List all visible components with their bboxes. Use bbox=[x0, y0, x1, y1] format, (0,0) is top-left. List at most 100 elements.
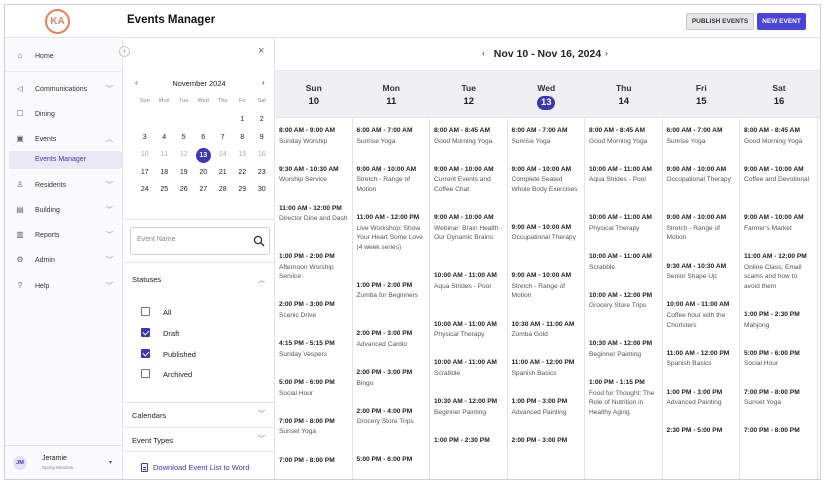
event-item[interactable]: 5:00 PM - 6:00 PM bbox=[357, 456, 427, 465]
event-item[interactable]: 9:00 AM - 10:00 AM Webinar: Brain Health … bbox=[434, 214, 504, 243]
event-item[interactable]: 11:00 AM - 12:00 PM Spanish Basics bbox=[512, 359, 582, 378]
event-item[interactable]: 1:00 PM - 2:30 PM bbox=[434, 437, 504, 446]
mini-cal-day[interactable]: 23 bbox=[252, 166, 272, 180]
event-item[interactable]: 11:00 AM - 12:00 PM Online Class: Email s… bbox=[744, 253, 814, 291]
event-item[interactable]: 8:00 AM - 8:45 AM Good Morning Yoga bbox=[434, 127, 504, 146]
mini-cal-day[interactable]: 12 bbox=[174, 148, 194, 162]
mini-cal-day[interactable]: 21 bbox=[213, 166, 233, 180]
event-item[interactable]: 4:15 PM - 5:15 PM Sunday Vespers bbox=[279, 340, 349, 359]
mini-cal-day[interactable]: 22 bbox=[233, 166, 253, 180]
sidebar-item-residents[interactable]: ♙ Residents ﹀ bbox=[5, 176, 123, 194]
chevron-down-icon[interactable]: ﹀ bbox=[106, 180, 113, 190]
event-item[interactable]: 7:00 PM - 8:00 PM bbox=[744, 427, 814, 436]
mini-cal-day[interactable]: 10 bbox=[135, 148, 155, 162]
caret-down-icon[interactable]: ▾ bbox=[109, 459, 112, 466]
mini-cal-day[interactable]: 24 bbox=[135, 183, 155, 197]
user-profile[interactable]: JM Jeramie Spring Meadow ▾ bbox=[5, 445, 123, 479]
mini-cal-day[interactable]: 17 bbox=[135, 166, 155, 180]
sidebar-item-building[interactable]: ▤ Building ﹀ bbox=[5, 201, 123, 219]
event-item[interactable]: 7:00 PM - 8:00 PM Sunset Yoga bbox=[279, 418, 349, 437]
chevron-down-icon[interactable]: ﹀ bbox=[106, 255, 113, 265]
mini-cal-day[interactable]: 5 bbox=[174, 131, 194, 145]
mini-cal-day[interactable]: 6 bbox=[194, 131, 214, 145]
download-event-list-link[interactable]: Download Event List to Word bbox=[141, 463, 250, 472]
event-item[interactable]: 2:00 PM - 3:00 PM bbox=[512, 437, 582, 446]
event-item[interactable]: 9:00 AM - 10:00 AM Farmer's Market bbox=[744, 214, 814, 233]
mini-cal-day[interactable]: 7 bbox=[213, 131, 233, 145]
mini-cal-day[interactable]: 3 bbox=[135, 131, 155, 145]
event-item[interactable]: 2:00 PM - 3:00 PM Advanced Cardio bbox=[357, 330, 427, 349]
day-header-thu[interactable]: Thu 14 bbox=[585, 71, 663, 119]
event-item[interactable]: 8:00 AM - 8:45 AM Good Morning Yoga bbox=[589, 127, 659, 146]
chevron-down-icon[interactable]: ﹀ bbox=[106, 205, 113, 215]
event-item[interactable]: 6:00 AM - 7:00 AM Sunrise Yoga bbox=[357, 127, 427, 146]
event-item[interactable]: 2:30 PM - 5:00 PM bbox=[667, 427, 737, 436]
event-item[interactable]: 11:00 AM - 12:00 PM Director Dine and Das… bbox=[279, 205, 349, 224]
event-item[interactable]: 9:00 AM - 10:00 AM Stretch - Range of Mot… bbox=[512, 272, 582, 301]
event-item[interactable]: 10:00 AM - 11:00 AM Scrabble bbox=[434, 359, 504, 378]
event-item[interactable]: 6:00 AM - 7:00 AM Sunrise Yoga bbox=[667, 127, 737, 146]
mini-cal-day[interactable]: 20 bbox=[194, 166, 214, 180]
mini-cal-day[interactable]: 30 bbox=[252, 183, 272, 197]
event-item[interactable]: 10:30 AM - 12:00 PM Beginner Painting bbox=[434, 398, 504, 417]
search-icon[interactable] bbox=[253, 235, 265, 247]
mini-cal-day[interactable]: 15 bbox=[233, 148, 253, 162]
event-item[interactable]: 11:00 AM - 12:00 PM Spanish Basics bbox=[667, 350, 737, 369]
event-item[interactable]: 5:00 PM - 6:00 PM Social Hour bbox=[744, 350, 814, 369]
mini-cal-day[interactable]: 9 bbox=[252, 131, 272, 145]
collapse-sidebar-button[interactable]: ‹ bbox=[119, 46, 130, 57]
event-item[interactable]: 9:00 AM - 10:00 AM Complete Seated Whole … bbox=[512, 166, 582, 195]
logo[interactable]: KA bbox=[45, 9, 70, 34]
event-item[interactable]: 9:00 AM - 10:00 AM Occupational Therapy bbox=[667, 166, 737, 185]
event-types-header[interactable]: Event Types bbox=[132, 436, 173, 445]
event-item[interactable]: 10:00 AM - 11:00 AM Aqua Strides - Pool bbox=[434, 272, 504, 291]
mini-cal-day[interactable]: 14 bbox=[213, 148, 233, 162]
status-checkbox-draft[interactable] bbox=[141, 328, 150, 337]
sidebar-item-help[interactable]: ? Help ﹀ bbox=[5, 277, 123, 295]
event-item[interactable]: 10:00 AM - 11:00 AM Coffee hour with the … bbox=[667, 301, 737, 330]
day-header-tue[interactable]: Tue 12 bbox=[430, 71, 508, 119]
chevron-up-icon[interactable]: ︿ bbox=[258, 275, 265, 285]
sidebar-item-communications[interactable]: ◁ Communications ﹀ bbox=[5, 80, 123, 98]
mini-cal-day[interactable]: 28 bbox=[213, 183, 233, 197]
mini-cal-day[interactable]: 26 bbox=[174, 183, 194, 197]
event-item[interactable]: 9:30 AM - 10:30 AM Senior Shape Up bbox=[667, 263, 737, 282]
event-item[interactable]: 5:00 PM - 6:00 PM Social Hour bbox=[279, 379, 349, 398]
sidebar-item-events[interactable]: ▣ Events ︿ bbox=[5, 130, 123, 148]
event-item[interactable]: 8:00 AM - 8:45 AM Good Morning Yoga bbox=[744, 127, 814, 146]
publish-events-button[interactable]: PUBLISH EVENTS bbox=[686, 13, 754, 30]
sidebar-item-dining[interactable]: ☐ Dining bbox=[5, 105, 123, 123]
event-item[interactable]: 7:00 PM - 8:00 PM Sunset Yoga bbox=[744, 389, 814, 408]
event-item[interactable]: 2:00 PM - 3:00 PM Bingo bbox=[357, 369, 427, 388]
calendars-header[interactable]: Calendars bbox=[132, 411, 166, 420]
mini-cal-day[interactable]: 18 bbox=[155, 166, 175, 180]
mini-cal-day[interactable]: 16 bbox=[252, 148, 272, 162]
status-checkbox-all[interactable] bbox=[141, 307, 150, 316]
day-header-sat[interactable]: Sat 16 bbox=[740, 71, 818, 119]
event-item[interactable]: 9:00 AM - 10:00 AM Stretch - Range of Mot… bbox=[357, 166, 427, 195]
chevron-down-icon[interactable]: ﹀ bbox=[258, 409, 265, 419]
event-item[interactable]: 8:00 AM - 9:00 AM Sunday Worship bbox=[279, 127, 349, 146]
status-checkbox-archived[interactable] bbox=[141, 369, 150, 378]
next-week-icon[interactable]: › bbox=[605, 48, 608, 58]
mini-cal-day[interactable]: 8 bbox=[233, 131, 253, 145]
status-checkbox-published[interactable] bbox=[141, 349, 150, 358]
close-icon[interactable]: × bbox=[258, 45, 264, 57]
day-header-wed[interactable]: Wed 13 bbox=[508, 71, 586, 119]
sidebar-item-reports[interactable]: ▥ Reports ﹀ bbox=[5, 226, 123, 244]
event-item[interactable]: 10:30 AM - 11:00 AM Zumba Gold bbox=[512, 321, 582, 340]
event-name-search-input[interactable] bbox=[137, 236, 237, 243]
mini-cal-next-icon[interactable]: › bbox=[262, 78, 265, 87]
mini-cal-day[interactable]: 1 bbox=[233, 113, 253, 127]
event-item[interactable]: 9:00 AM - 10:00 AM Current Events and Cof… bbox=[434, 166, 504, 195]
event-item[interactable]: 6:00 AM - 7:00 AM Sunrise Yoga bbox=[512, 127, 582, 146]
day-header-sun[interactable]: Sun 10 bbox=[275, 71, 353, 119]
day-header-fri[interactable]: Fri 15 bbox=[663, 71, 741, 119]
chevron-down-icon[interactable]: ﹀ bbox=[106, 230, 113, 240]
event-item[interactable]: 1:00 PM - 2:00 PM Zumba for Beginners bbox=[357, 282, 427, 301]
event-item[interactable]: 9:00 AM - 10:00 AM Stretch - Range of Mot… bbox=[667, 214, 737, 243]
statuses-header[interactable]: Statuses bbox=[132, 275, 161, 284]
mini-cal-day[interactable]: 11 bbox=[155, 148, 175, 162]
event-item[interactable]: 10:00 AM - 12:00 PM Grocery Store Trips bbox=[589, 292, 659, 311]
mini-cal-day[interactable]: 29 bbox=[233, 183, 253, 197]
